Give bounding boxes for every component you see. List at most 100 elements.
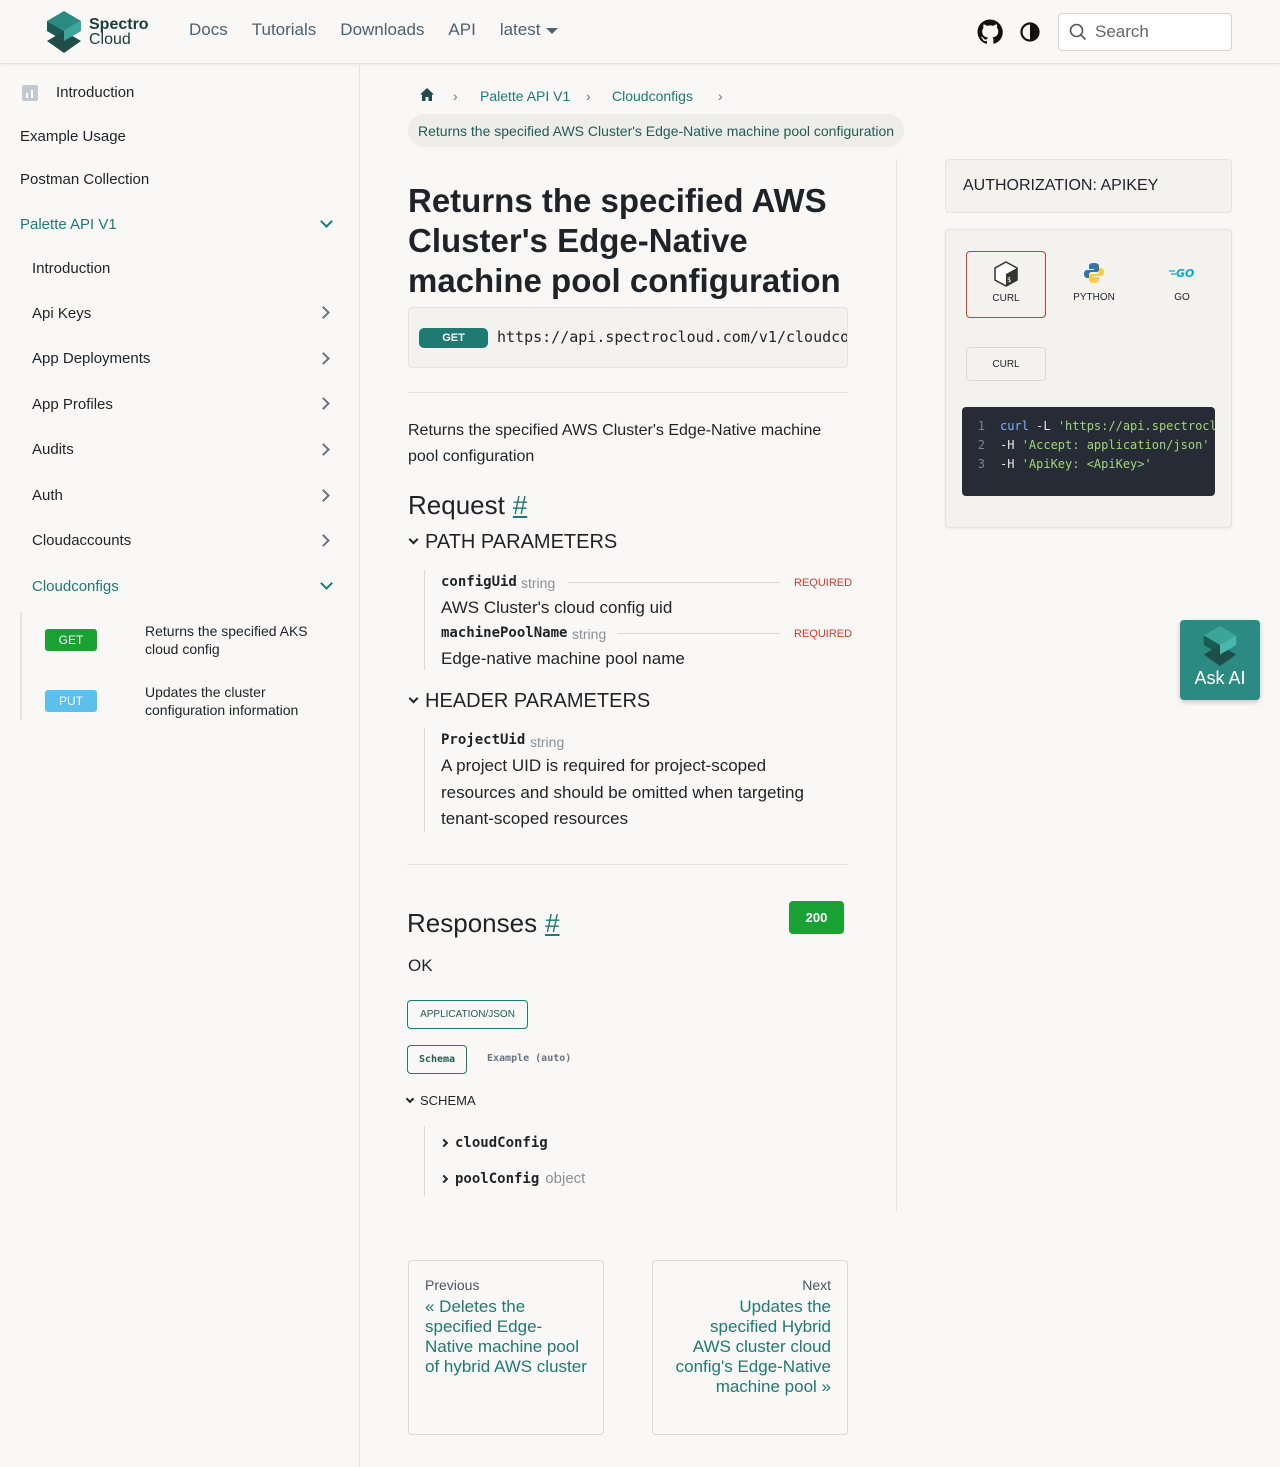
schema-prop-cloudconfig[interactable]: cloudConfig <box>439 1135 548 1151</box>
home-icon[interactable] <box>419 87 435 103</box>
nav-api[interactable]: API <box>448 20 475 40</box>
method-badge-get: GET <box>45 629 97 651</box>
path-params-heading: PATH PARAMETERS <box>425 531 618 553</box>
chevron-right-icon <box>439 1174 449 1183</box>
code-line: 1curl -L 'https://api.spectrocloud.com/v… <box>977 419 1215 433</box>
search-icon <box>1069 23 1087 41</box>
sidebar-item-audits[interactable]: Audits <box>32 441 74 458</box>
sidebar-item-api-keys[interactable]: Api Keys <box>32 305 91 322</box>
divider <box>408 392 848 393</box>
path-params-toggle[interactable]: PATH PARAMETERS <box>408 531 618 554</box>
sidebar-op-update-cluster-config[interactable]: Updates the cluster configuration inform… <box>145 683 335 719</box>
schema-rail <box>424 1126 425 1196</box>
example-tab[interactable]: Example (auto) <box>487 1053 571 1064</box>
sidebar-item-introduction-v1[interactable]: Introduction <box>32 260 110 277</box>
lang-tab-curl[interactable]: $ CURL <box>966 251 1046 318</box>
lang-label: GO <box>1174 292 1190 303</box>
schema-prop-name: poolConfig <box>455 1170 540 1187</box>
param-name: ProjectUid <box>441 732 526 748</box>
lang-tab-go[interactable]: GO GO <box>1142 251 1222 318</box>
schema-toggle[interactable]: SCHEMA <box>405 1093 476 1108</box>
header-params-heading: HEADER PARAMETERS <box>425 690 651 712</box>
spectro-cloud-logo[interactable]: Spectro Cloud <box>47 11 149 53</box>
nav-tutorials[interactable]: Tutorials <box>252 20 317 40</box>
variant-tab-curl[interactable]: CURL <box>966 347 1046 381</box>
pager-previous-label: Previous <box>425 1277 480 1293</box>
sidebar-op-get-aks-cloud-config[interactable]: Returns the specified AKS cloud config <box>145 622 335 658</box>
chevron-right-icon[interactable] <box>317 397 330 410</box>
sidebar-item-cloudaccounts[interactable]: Cloudaccounts <box>32 532 131 549</box>
code-samples-panel: $ CURL PYTHON GO GO CURL 1 curl -L 'https… <box>945 229 1232 528</box>
method-badge: GET <box>419 328 488 348</box>
chevron-right-icon[interactable] <box>317 352 330 365</box>
code-line: 3 -H 'ApiKey: <ApiKey>' <box>977 457 1152 471</box>
chevron-down-icon <box>405 1094 415 1103</box>
sidebar-sub-rail <box>20 612 22 720</box>
required-label: REQUIRED <box>794 628 853 640</box>
pager-previous[interactable]: Previous « Deletes the specified Edge-Na… <box>408 1260 604 1435</box>
spectro-logo-icon <box>1203 626 1237 666</box>
lang-label: PYTHON <box>1073 292 1115 303</box>
mime-type-tab[interactable]: APPLICATION/JSON <box>407 1000 528 1029</box>
content-divider <box>896 159 897 1211</box>
param-name: machinePoolName <box>441 625 568 641</box>
svg-text:GO: GO <box>1176 267 1194 280</box>
code-block[interactable]: 1curl -L 'https://api.spectrocloud.com/v… <box>962 407 1215 496</box>
chevron-down-icon <box>408 534 419 545</box>
param-name: configUid <box>441 574 517 590</box>
pager-next[interactable]: Next Updates the specified Hybrid AWS cl… <box>652 1260 848 1435</box>
param-dash <box>618 633 780 634</box>
param-description: A project UID is required for project-sc… <box>441 756 804 828</box>
chevron-down-icon[interactable] <box>320 577 333 590</box>
page-title: Returns the specified AWS Cluster's Edge… <box>408 182 841 299</box>
sidebar-item-postman-collection[interactable]: Postman Collection <box>20 171 149 188</box>
nav-docs[interactable]: Docs <box>189 20 228 40</box>
sidebar-item-introduction[interactable]: Introduction <box>56 84 134 101</box>
breadcrumb-separator: › <box>453 88 458 104</box>
sidebar-item-palette-api-v1[interactable]: Palette API V1 <box>20 216 117 233</box>
param-type: string <box>572 626 607 642</box>
chevron-right-icon[interactable] <box>317 306 330 319</box>
navbar: Spectro Cloud Docs Tutorials Downloads A… <box>0 0 1280 64</box>
sidebar-item-cloudconfigs[interactable]: Cloudconfigs <box>32 578 119 595</box>
endpoint-url[interactable]: https://api.spectrocloud.com/v1/cloudcon… <box>497 328 847 346</box>
spectro-logo-icon <box>47 11 81 53</box>
schema-prop-type: object <box>545 1170 586 1187</box>
go-icon: GO <box>1169 267 1194 280</box>
breadcrumb-separator: › <box>586 88 591 104</box>
breadcrumb-separator: › <box>718 88 723 104</box>
breadcrumb-palette-api-v1[interactable]: Palette API V1 <box>480 88 570 104</box>
status-code-tab[interactable]: 200 <box>789 901 844 934</box>
param-rail <box>424 728 425 832</box>
chevron-down-icon <box>408 693 419 704</box>
version-dropdown[interactable]: latest <box>500 20 559 40</box>
ask-ai-button[interactable]: Ask AI <box>1180 620 1260 700</box>
schema-tab[interactable]: Schema <box>407 1045 467 1074</box>
theme-toggle-icon[interactable] <box>1019 21 1041 43</box>
nav-downloads[interactable]: Downloads <box>340 20 424 40</box>
method-badge-put: PUT <box>45 690 97 712</box>
chevron-right-icon[interactable] <box>317 443 330 456</box>
introduction-icon <box>22 85 38 101</box>
version-label: latest <box>499 20 541 39</box>
sidebar-item-auth[interactable]: Auth <box>32 487 63 504</box>
request-anchor-link[interactable]: # <box>513 490 527 520</box>
sidebar: Introduction Example Usage Postman Colle… <box>0 65 360 1467</box>
search-input[interactable]: Search <box>1058 13 1232 51</box>
github-icon[interactable] <box>977 19 1003 45</box>
lang-label: CURL <box>992 293 1020 304</box>
chevron-right-icon[interactable] <box>317 534 330 547</box>
breadcrumb-cloudconfigs[interactable]: Cloudconfigs <box>612 88 693 104</box>
schema-prop-poolconfig[interactable]: poolConfig object <box>439 1170 586 1187</box>
responses-anchor-link[interactable]: # <box>545 908 559 938</box>
chevron-down-icon[interactable] <box>320 215 333 228</box>
header-params-toggle[interactable]: HEADER PARAMETERS <box>408 690 651 713</box>
sidebar-item-example-usage[interactable]: Example Usage <box>20 128 126 145</box>
sidebar-item-app-profiles[interactable]: App Profiles <box>32 396 113 413</box>
chevron-right-icon[interactable] <box>317 489 330 502</box>
lang-tab-python[interactable]: PYTHON <box>1054 251 1134 318</box>
schema-label: SCHEMA <box>420 1093 476 1108</box>
param-description: Edge-native machine pool name <box>441 649 685 668</box>
status-text: OK <box>408 956 433 975</box>
sidebar-item-app-deployments[interactable]: App Deployments <box>32 350 150 367</box>
